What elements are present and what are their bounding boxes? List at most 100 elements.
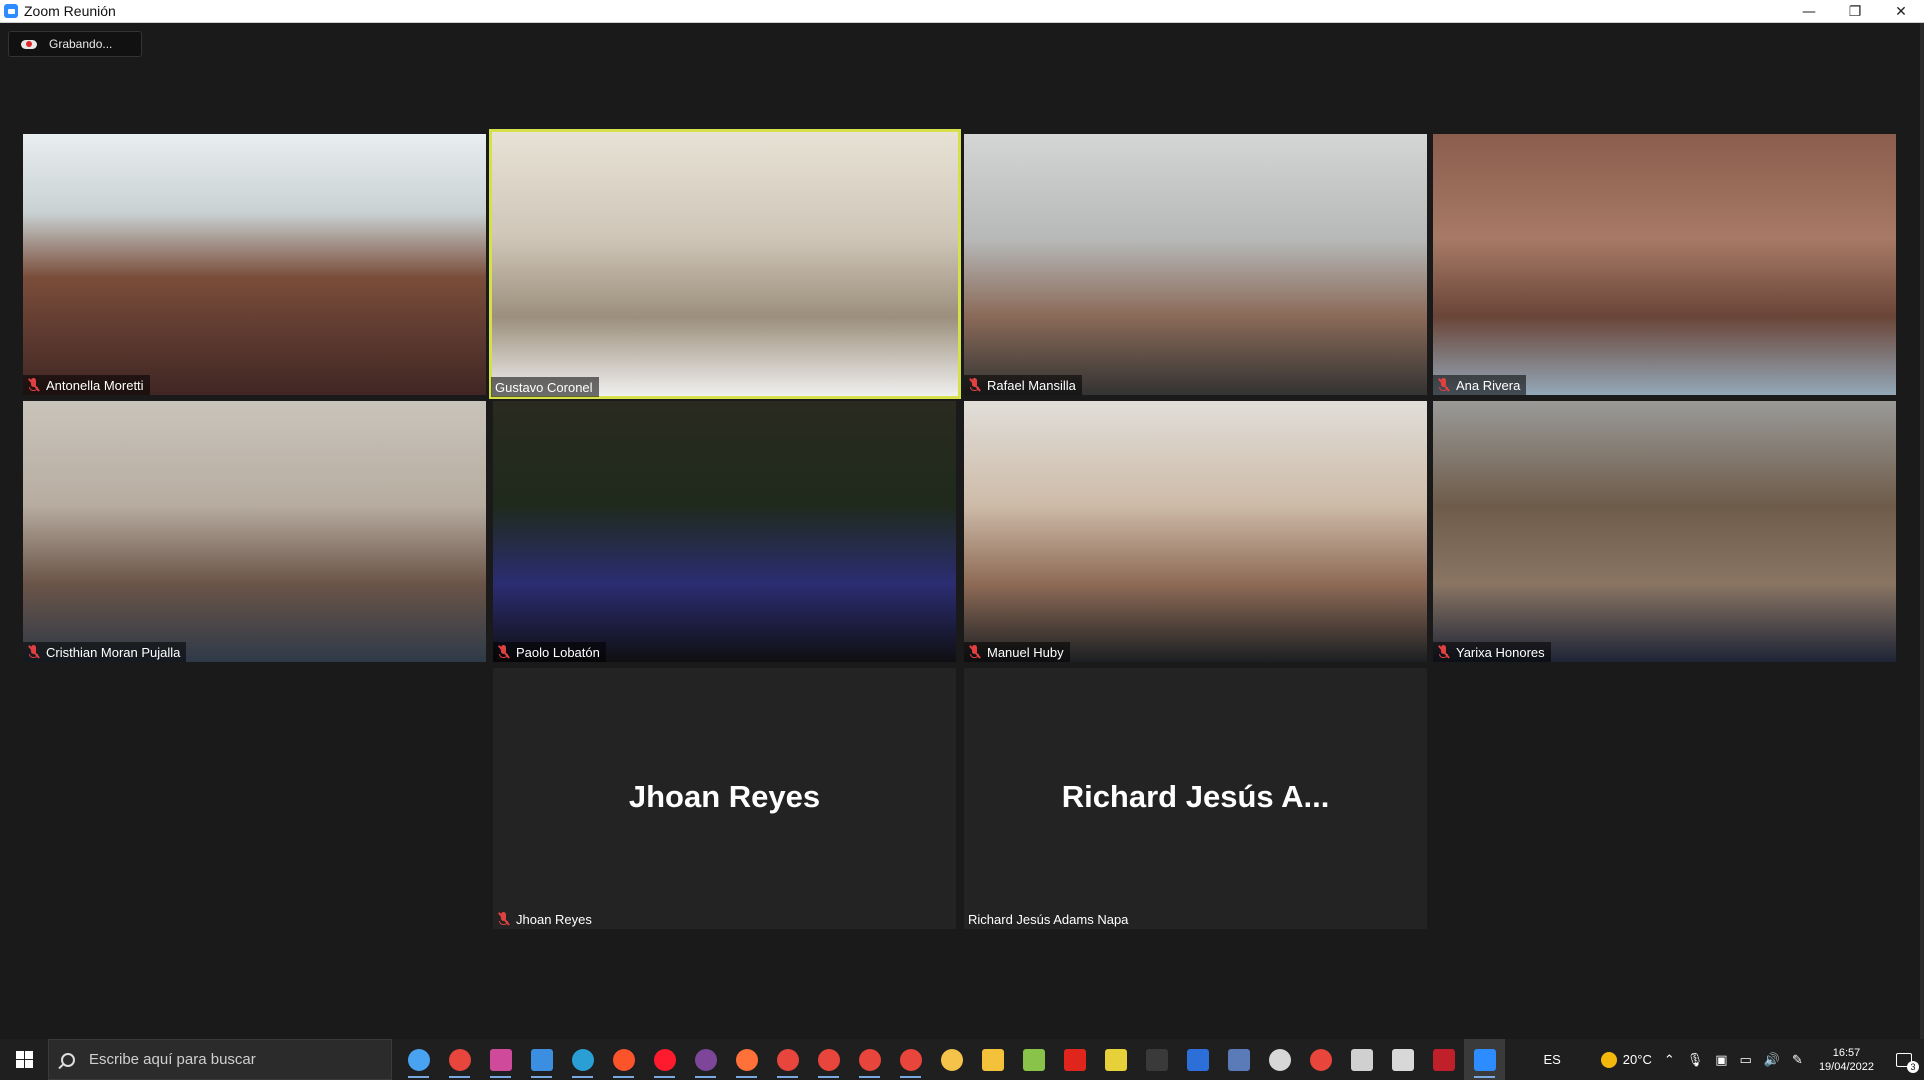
taskbar-app[interactable] (521, 1039, 562, 1080)
terminal-icon (1145, 1048, 1168, 1071)
participant-name-tag: Yarixa Honores (1433, 642, 1551, 662)
file-explorer-icon (981, 1048, 1004, 1071)
close-button[interactable]: ✕ (1878, 0, 1924, 23)
start-button[interactable] (0, 1039, 48, 1080)
participant-name-tag: Rafael Mansilla (964, 375, 1082, 395)
participant-name: Richard Jesús Adams Napa (968, 911, 1129, 927)
microphone-icon[interactable]: 🎙 (1681, 1052, 1710, 1068)
notification-center-button[interactable]: 3 (1884, 1039, 1924, 1080)
video-tile[interactable]: Yarixa Honores (1433, 401, 1896, 662)
taskbar-app[interactable] (439, 1039, 480, 1080)
participant-name-tag: Richard Jesús Adams Napa (964, 909, 1134, 929)
system-tray: ES 20°C ⌃ 🎙 ▣ ▭ 🔊 ✎ 16:57 19/04/2022 3 (1537, 1039, 1924, 1080)
firefox-icon (735, 1048, 758, 1071)
notification-count: 3 (1907, 1060, 1919, 1073)
taskbar-app[interactable] (685, 1039, 726, 1080)
taskbar-app[interactable] (562, 1039, 603, 1080)
participant-name-tag: Ana Rivera (1433, 375, 1527, 395)
video-off-tile[interactable]: Richard Jesús A... Richard Jesús Adams N… (964, 668, 1427, 929)
video-tile[interactable]: Cristhian Moran Pujalla (23, 401, 486, 662)
taskbar-app[interactable] (1341, 1039, 1382, 1080)
taskbar-app[interactable] (1423, 1039, 1464, 1080)
weather-widget[interactable]: 20°C (1595, 1051, 1658, 1068)
anydesk-icon (1309, 1048, 1332, 1071)
taskbar-app[interactable] (1382, 1039, 1423, 1080)
video-off-tile[interactable]: Jhoan Reyes Jhoan Reyes (493, 668, 956, 929)
video-tile-active-speaker[interactable]: Gustavo Coronel (489, 129, 961, 399)
mail-icon (530, 1048, 553, 1071)
minimize-button[interactable]: — (1786, 0, 1832, 23)
participant-name-tag: Cristhian Moran Pujalla (23, 642, 187, 662)
video-tile[interactable]: Paolo Lobatón (493, 401, 956, 662)
taskbar-app[interactable] (1095, 1039, 1136, 1080)
edge-icon (571, 1048, 594, 1071)
participant-name: Gustavo Coronel (495, 379, 593, 395)
taskbar-app[interactable] (480, 1039, 521, 1080)
tor-icon (694, 1048, 717, 1071)
taskbar-app[interactable] (726, 1039, 767, 1080)
mic-muted-icon (497, 912, 510, 926)
mic-muted-icon (1437, 378, 1450, 392)
participant-name: Jhoan Reyes (516, 911, 592, 927)
battery-icon[interactable]: ▭ (1734, 1052, 1758, 1068)
taskbar-search[interactable]: Escribe aquí para buscar (48, 1039, 392, 1080)
participant-name: Manuel Huby (987, 644, 1064, 660)
participant-name: Cristhian Moran Pujalla (46, 644, 181, 660)
mic-muted-icon (968, 378, 981, 392)
participant-name: Yarixa Honores (1456, 644, 1545, 660)
clock-time: 16:57 (1832, 1046, 1861, 1059)
restore-button[interactable]: ❐ (1832, 0, 1878, 23)
vscode-dev-icon (1186, 1048, 1209, 1071)
window-title: Zoom Reunión (24, 3, 116, 19)
cloud-recording-icon (21, 38, 37, 50)
taskbar-app[interactable] (1013, 1039, 1054, 1080)
recording-label: Grabando... (49, 37, 113, 51)
clock-date: 19/04/2022 (1818, 1060, 1874, 1073)
taskbar-app[interactable] (1259, 1039, 1300, 1080)
paint-icon (940, 1048, 963, 1071)
video-tile[interactable]: Ana Rivera (1433, 134, 1896, 395)
taskbar-app[interactable] (1177, 1039, 1218, 1080)
clock[interactable]: 16:57 19/04/2022 (1809, 1046, 1884, 1074)
taskbar-app[interactable] (1054, 1039, 1095, 1080)
participant-name-tag: Jhoan Reyes (493, 909, 598, 929)
video-tile[interactable]: Antonella Moretti (23, 134, 486, 395)
zoom-icon (1473, 1048, 1496, 1071)
notepad-icon (1022, 1048, 1045, 1071)
participant-name-tag: Gustavo Coronel (491, 377, 599, 397)
video-tile[interactable]: Manuel Huby (964, 401, 1427, 662)
taskbar-app[interactable] (603, 1039, 644, 1080)
participant-name: Antonella Moretti (46, 377, 144, 393)
video-tile[interactable]: Rafael Mansilla (964, 134, 1427, 395)
taskbar-app[interactable] (931, 1039, 972, 1080)
chrome-icon-2 (776, 1048, 799, 1071)
pen-icon[interactable]: ✎ (1786, 1052, 1809, 1068)
taskbar-app[interactable] (972, 1039, 1013, 1080)
participant-name-tag: Manuel Huby (964, 642, 1070, 662)
settings-icon (1350, 1048, 1373, 1071)
language-indicator[interactable]: ES (1537, 1052, 1566, 1067)
taskbar-app[interactable] (849, 1039, 890, 1080)
taskbar-app[interactable] (1136, 1039, 1177, 1080)
volume-icon[interactable]: 🔊 (1758, 1052, 1786, 1068)
recording-indicator[interactable]: Grabando... (8, 31, 142, 57)
taskbar-app[interactable] (644, 1039, 685, 1080)
taskbar-app[interactable] (1464, 1039, 1505, 1080)
network-icon[interactable]: ▣ (1709, 1052, 1733, 1068)
cortana-icon (407, 1048, 430, 1071)
mic-muted-icon (27, 645, 40, 659)
taskbar-app[interactable] (398, 1039, 439, 1080)
chrome-icon (448, 1048, 471, 1071)
opera-icon (653, 1048, 676, 1071)
taskbar-app[interactable] (890, 1039, 931, 1080)
taskbar-app[interactable] (1300, 1039, 1341, 1080)
chrome-profile-icon (489, 1048, 512, 1071)
search-placeholder: Escribe aquí para buscar (89, 1051, 256, 1068)
taskbar-app[interactable] (767, 1039, 808, 1080)
taskbar-app[interactable] (1218, 1039, 1259, 1080)
taskbar-app[interactable] (808, 1039, 849, 1080)
acrobat-icon (1063, 1048, 1086, 1071)
window-app-icon (1391, 1048, 1414, 1071)
participant-display-name: Jhoan Reyes (628, 778, 821, 814)
chevron-up-icon[interactable]: ⌃ (1658, 1052, 1681, 1068)
